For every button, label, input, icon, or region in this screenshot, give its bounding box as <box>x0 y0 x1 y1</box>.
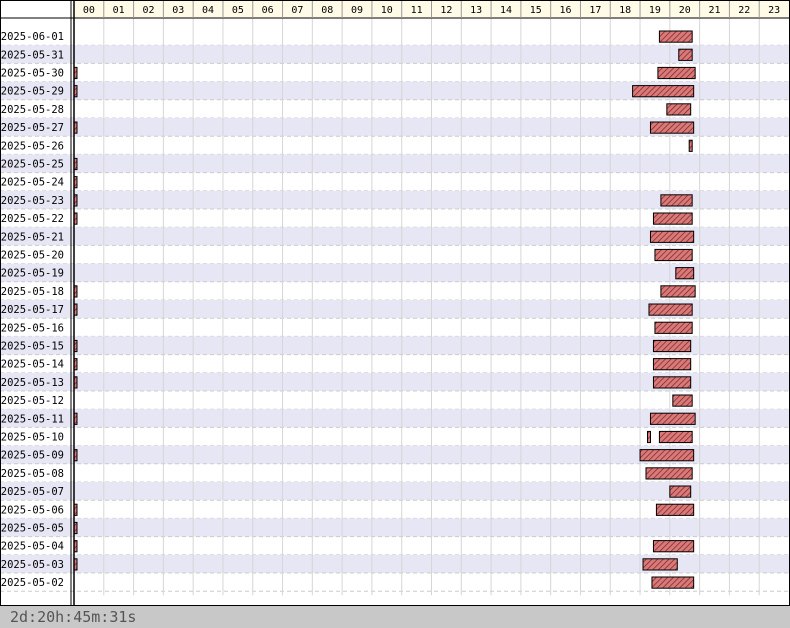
hour-label: 07 <box>291 5 303 16</box>
row-band <box>0 45 789 64</box>
hour-label: 11 <box>411 5 423 16</box>
duration-footer: 2d:20h:45m:31s <box>0 606 790 628</box>
activity-bar <box>688 139 693 152</box>
date-label: 2025-05-04 <box>1 541 64 553</box>
row-band <box>0 263 789 282</box>
activity-bar <box>666 103 692 116</box>
hour-label: 22 <box>738 5 750 16</box>
activity-bar <box>655 503 695 516</box>
date-label: 2025-05-05 <box>1 523 64 535</box>
hour-label: 02 <box>142 5 154 16</box>
activity-bar <box>651 576 695 589</box>
date-label: 2025-05-31 <box>1 49 64 61</box>
activity-bar <box>654 248 693 262</box>
hour-label: 01 <box>113 5 125 16</box>
date-label: 2025-05-08 <box>1 468 64 480</box>
activity-bar <box>675 267 695 280</box>
date-label: 2025-05-14 <box>1 359 64 371</box>
hour-label: 05 <box>232 5 244 16</box>
activity-bar <box>672 394 693 407</box>
date-label: 2025-05-07 <box>1 486 64 498</box>
activity-bar <box>649 230 695 243</box>
duration-text: 2d:20h:45m:31s <box>10 608 137 626</box>
activity-bar <box>652 212 693 225</box>
date-label: 2025-05-21 <box>1 231 64 243</box>
hour-label: 19 <box>649 5 661 16</box>
date-label: 2025-05-22 <box>1 213 64 225</box>
date-label: 2025-05-09 <box>1 450 64 462</box>
date-label: 2025-05-16 <box>1 322 64 334</box>
date-label: 2025-05-18 <box>1 286 64 298</box>
activity-bar <box>646 430 651 444</box>
hour-label: 20 <box>679 5 691 16</box>
date-label: 2025-05-11 <box>1 413 64 425</box>
date-label: 2025-05-26 <box>1 140 64 152</box>
activity-bar <box>658 30 693 43</box>
activity-bar <box>654 321 693 334</box>
row-band <box>0 518 789 537</box>
hour-label: 17 <box>589 5 601 16</box>
activity-bar <box>645 467 693 480</box>
chart-svg: 00 01 02 03 04 05 06 07 08 09 10 11 12 13 14 15 16 17 18 19… <box>0 0 790 606</box>
activity-bar <box>642 558 678 571</box>
date-label: 2025-05-19 <box>1 268 64 280</box>
date-label: 2025-05-13 <box>1 377 64 389</box>
date-label: 2025-05-24 <box>1 177 64 189</box>
activity-bar <box>678 48 693 61</box>
activity-bar <box>658 430 693 444</box>
activity-bar <box>660 285 696 298</box>
date-label: 2025-05-30 <box>1 68 64 80</box>
hour-label: 14 <box>500 5 512 16</box>
activity-bar <box>660 194 693 207</box>
date-label: 2025-05-27 <box>1 122 64 134</box>
hour-label: 06 <box>262 5 274 16</box>
hour-label: 15 <box>530 5 542 16</box>
activity-bar <box>669 485 692 498</box>
activity-bar <box>649 121 695 134</box>
activity-bar <box>632 85 695 98</box>
activity-bar <box>648 303 693 316</box>
date-label: 2025-05-03 <box>1 559 64 571</box>
date-label: 2025-05-23 <box>1 195 64 207</box>
date-label: 2025-05-17 <box>1 304 64 316</box>
hour-label: 09 <box>351 5 363 16</box>
date-label: 2025-05-02 <box>1 577 64 589</box>
date-label: 2025-05-15 <box>1 341 64 353</box>
activity-bar <box>652 339 692 353</box>
date-label: 2025-05-25 <box>1 159 64 171</box>
date-label: 2025-05-20 <box>1 250 64 262</box>
hour-label: 08 <box>321 5 333 16</box>
hour-label: 13 <box>470 5 482 16</box>
row-band <box>0 154 789 173</box>
hour-label: 04 <box>202 5 214 16</box>
hour-label: 10 <box>381 5 393 16</box>
date-label: 2025-06-01 <box>1 31 64 43</box>
date-label: 2025-05-06 <box>1 504 64 516</box>
hour-label: 00 <box>83 5 95 16</box>
date-label: 2025-05-12 <box>1 395 64 407</box>
hour-label: 18 <box>619 5 631 16</box>
hour-label: 03 <box>172 5 184 16</box>
date-label: 2025-05-28 <box>1 104 64 116</box>
activity-bar <box>652 358 692 371</box>
hour-label: 16 <box>560 5 572 16</box>
activity-bar <box>639 449 695 462</box>
hour-label: 23 <box>768 5 780 16</box>
activity-bar <box>652 376 692 389</box>
activity-bar <box>649 412 696 425</box>
date-label: 2025-05-10 <box>1 432 64 444</box>
activity-bar <box>657 66 696 80</box>
date-label: 2025-05-29 <box>1 86 64 98</box>
hour-label: 21 <box>708 5 720 16</box>
hour-label: 12 <box>440 5 452 16</box>
activity-bar <box>652 540 695 553</box>
